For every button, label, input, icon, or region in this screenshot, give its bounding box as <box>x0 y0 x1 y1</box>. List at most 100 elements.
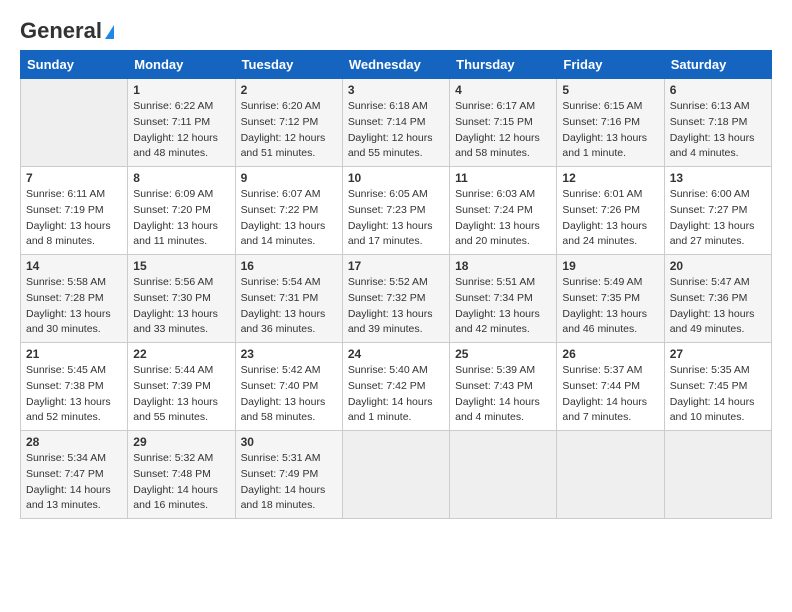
day-number: 24 <box>348 347 444 361</box>
day-info: Sunrise: 5:42 AM Sunset: 7:40 PM Dayligh… <box>241 363 337 426</box>
day-info: Sunrise: 6:18 AM Sunset: 7:14 PM Dayligh… <box>348 99 444 162</box>
day-number: 14 <box>26 259 122 273</box>
calendar-day-cell: 3 Sunrise: 6:18 AM Sunset: 7:14 PM Daylig… <box>342 79 449 167</box>
calendar-day-cell: 21 Sunrise: 5:45 AM Sunset: 7:38 PM Dayli… <box>21 343 128 431</box>
day-number: 26 <box>562 347 658 361</box>
day-info: Sunrise: 5:31 AM Sunset: 7:49 PM Dayligh… <box>241 451 337 514</box>
day-number: 19 <box>562 259 658 273</box>
day-number: 25 <box>455 347 551 361</box>
page: General SundayMondayTuesdayWednesdayThur… <box>0 0 792 537</box>
calendar-day-cell: 10 Sunrise: 6:05 AM Sunset: 7:23 PM Dayli… <box>342 167 449 255</box>
header: General <box>20 18 772 40</box>
logo-arrow-icon <box>105 25 114 39</box>
weekday-header-tuesday: Tuesday <box>235 51 342 79</box>
day-info: Sunrise: 5:52 AM Sunset: 7:32 PM Dayligh… <box>348 275 444 338</box>
weekday-header-saturday: Saturday <box>664 51 771 79</box>
day-info: Sunrise: 5:56 AM Sunset: 7:30 PM Dayligh… <box>133 275 229 338</box>
calendar-day-cell: 1 Sunrise: 6:22 AM Sunset: 7:11 PM Daylig… <box>128 79 235 167</box>
day-number: 8 <box>133 171 229 185</box>
calendar-day-cell <box>342 431 449 519</box>
day-info: Sunrise: 6:05 AM Sunset: 7:23 PM Dayligh… <box>348 187 444 250</box>
day-info: Sunrise: 5:40 AM Sunset: 7:42 PM Dayligh… <box>348 363 444 426</box>
day-number: 1 <box>133 83 229 97</box>
calendar-day-cell <box>557 431 664 519</box>
day-number: 5 <box>562 83 658 97</box>
day-number: 15 <box>133 259 229 273</box>
calendar-day-cell: 6 Sunrise: 6:13 AM Sunset: 7:18 PM Daylig… <box>664 79 771 167</box>
day-number: 4 <box>455 83 551 97</box>
day-info: Sunrise: 5:58 AM Sunset: 7:28 PM Dayligh… <box>26 275 122 338</box>
day-number: 30 <box>241 435 337 449</box>
day-info: Sunrise: 6:00 AM Sunset: 7:27 PM Dayligh… <box>670 187 766 250</box>
calendar-day-cell: 18 Sunrise: 5:51 AM Sunset: 7:34 PM Dayli… <box>450 255 557 343</box>
day-info: Sunrise: 5:54 AM Sunset: 7:31 PM Dayligh… <box>241 275 337 338</box>
calendar-day-cell: 13 Sunrise: 6:00 AM Sunset: 7:27 PM Dayli… <box>664 167 771 255</box>
calendar-day-cell: 20Sunrise: 5:47 AM Sunset: 7:36 PM Dayli… <box>664 255 771 343</box>
day-number: 7 <box>26 171 122 185</box>
calendar-day-cell: 16 Sunrise: 5:54 AM Sunset: 7:31 PM Dayli… <box>235 255 342 343</box>
day-number: 28 <box>26 435 122 449</box>
calendar-day-cell: 12Sunrise: 6:01 AM Sunset: 7:26 PM Dayli… <box>557 167 664 255</box>
calendar-day-cell <box>664 431 771 519</box>
day-number: 10 <box>348 171 444 185</box>
day-number: 17 <box>348 259 444 273</box>
weekday-header-wednesday: Wednesday <box>342 51 449 79</box>
day-number: 2 <box>241 83 337 97</box>
day-info: Sunrise: 5:45 AM Sunset: 7:38 PM Dayligh… <box>26 363 122 426</box>
calendar-day-cell: 11Sunrise: 6:03 AM Sunset: 7:24 PM Dayli… <box>450 167 557 255</box>
day-info: Sunrise: 6:20 AM Sunset: 7:12 PM Dayligh… <box>241 99 337 162</box>
day-info: Sunrise: 6:11 AM Sunset: 7:19 PM Dayligh… <box>26 187 122 250</box>
calendar-week-row: 1 Sunrise: 6:22 AM Sunset: 7:11 PM Daylig… <box>21 79 772 167</box>
day-info: Sunrise: 5:39 AM Sunset: 7:43 PM Dayligh… <box>455 363 551 426</box>
day-info: Sunrise: 6:07 AM Sunset: 7:22 PM Dayligh… <box>241 187 337 250</box>
calendar-day-cell: 5 Sunrise: 6:15 AM Sunset: 7:16 PM Daylig… <box>557 79 664 167</box>
weekday-header-sunday: Sunday <box>21 51 128 79</box>
calendar-day-cell: 8Sunrise: 6:09 AM Sunset: 7:20 PM Daylig… <box>128 167 235 255</box>
day-number: 23 <box>241 347 337 361</box>
day-number: 29 <box>133 435 229 449</box>
calendar-week-row: 21 Sunrise: 5:45 AM Sunset: 7:38 PM Dayli… <box>21 343 772 431</box>
day-number: 16 <box>241 259 337 273</box>
day-info: Sunrise: 5:49 AM Sunset: 7:35 PM Dayligh… <box>562 275 658 338</box>
day-info: Sunrise: 5:51 AM Sunset: 7:34 PM Dayligh… <box>455 275 551 338</box>
day-number: 6 <box>670 83 766 97</box>
calendar-day-cell <box>450 431 557 519</box>
day-info: Sunrise: 6:22 AM Sunset: 7:11 PM Dayligh… <box>133 99 229 162</box>
day-info: Sunrise: 6:17 AM Sunset: 7:15 PM Dayligh… <box>455 99 551 162</box>
day-info: Sunrise: 5:35 AM Sunset: 7:45 PM Dayligh… <box>670 363 766 426</box>
day-info: Sunrise: 5:34 AM Sunset: 7:47 PM Dayligh… <box>26 451 122 514</box>
calendar-day-cell: 9 Sunrise: 6:07 AM Sunset: 7:22 PM Daylig… <box>235 167 342 255</box>
day-number: 3 <box>348 83 444 97</box>
day-number: 13 <box>670 171 766 185</box>
day-info: Sunrise: 6:03 AM Sunset: 7:24 PM Dayligh… <box>455 187 551 250</box>
calendar-day-cell: 27 Sunrise: 5:35 AM Sunset: 7:45 PM Dayli… <box>664 343 771 431</box>
calendar-day-cell: 22Sunrise: 5:44 AM Sunset: 7:39 PM Dayli… <box>128 343 235 431</box>
calendar-day-cell: 15 Sunrise: 5:56 AM Sunset: 7:30 PM Dayli… <box>128 255 235 343</box>
calendar-day-cell <box>21 79 128 167</box>
day-number: 21 <box>26 347 122 361</box>
weekday-header-friday: Friday <box>557 51 664 79</box>
day-number: 22 <box>133 347 229 361</box>
day-info: Sunrise: 5:37 AM Sunset: 7:44 PM Dayligh… <box>562 363 658 426</box>
weekday-header-thursday: Thursday <box>450 51 557 79</box>
calendar-day-cell: 7 Sunrise: 6:11 AM Sunset: 7:19 PM Daylig… <box>21 167 128 255</box>
day-info: Sunrise: 6:01 AM Sunset: 7:26 PM Dayligh… <box>562 187 658 250</box>
weekday-header-monday: Monday <box>128 51 235 79</box>
calendar-day-cell: 29 Sunrise: 5:32 AM Sunset: 7:48 PM Dayli… <box>128 431 235 519</box>
calendar-day-cell: 2 Sunrise: 6:20 AM Sunset: 7:12 PM Daylig… <box>235 79 342 167</box>
calendar-day-cell: 28 Sunrise: 5:34 AM Sunset: 7:47 PM Dayli… <box>21 431 128 519</box>
day-info: Sunrise: 5:32 AM Sunset: 7:48 PM Dayligh… <box>133 451 229 514</box>
calendar-day-cell: 4 Sunrise: 6:17 AM Sunset: 7:15 PM Daylig… <box>450 79 557 167</box>
day-info: Sunrise: 6:13 AM Sunset: 7:18 PM Dayligh… <box>670 99 766 162</box>
day-number: 27 <box>670 347 766 361</box>
calendar-week-row: 7 Sunrise: 6:11 AM Sunset: 7:19 PM Daylig… <box>21 167 772 255</box>
calendar-header-row: SundayMondayTuesdayWednesdayThursdayFrid… <box>21 51 772 79</box>
calendar-day-cell: 19 Sunrise: 5:49 AM Sunset: 7:35 PM Dayli… <box>557 255 664 343</box>
day-number: 18 <box>455 259 551 273</box>
day-number: 9 <box>241 171 337 185</box>
day-info: Sunrise: 6:15 AM Sunset: 7:16 PM Dayligh… <box>562 99 658 162</box>
calendar-day-cell: 30 Sunrise: 5:31 AM Sunset: 7:49 PM Dayli… <box>235 431 342 519</box>
calendar-day-cell: 26 Sunrise: 5:37 AM Sunset: 7:44 PM Dayli… <box>557 343 664 431</box>
day-info: Sunrise: 5:47 AM Sunset: 7:36 PM Dayligh… <box>670 275 766 338</box>
calendar-day-cell: 23 Sunrise: 5:42 AM Sunset: 7:40 PM Dayli… <box>235 343 342 431</box>
